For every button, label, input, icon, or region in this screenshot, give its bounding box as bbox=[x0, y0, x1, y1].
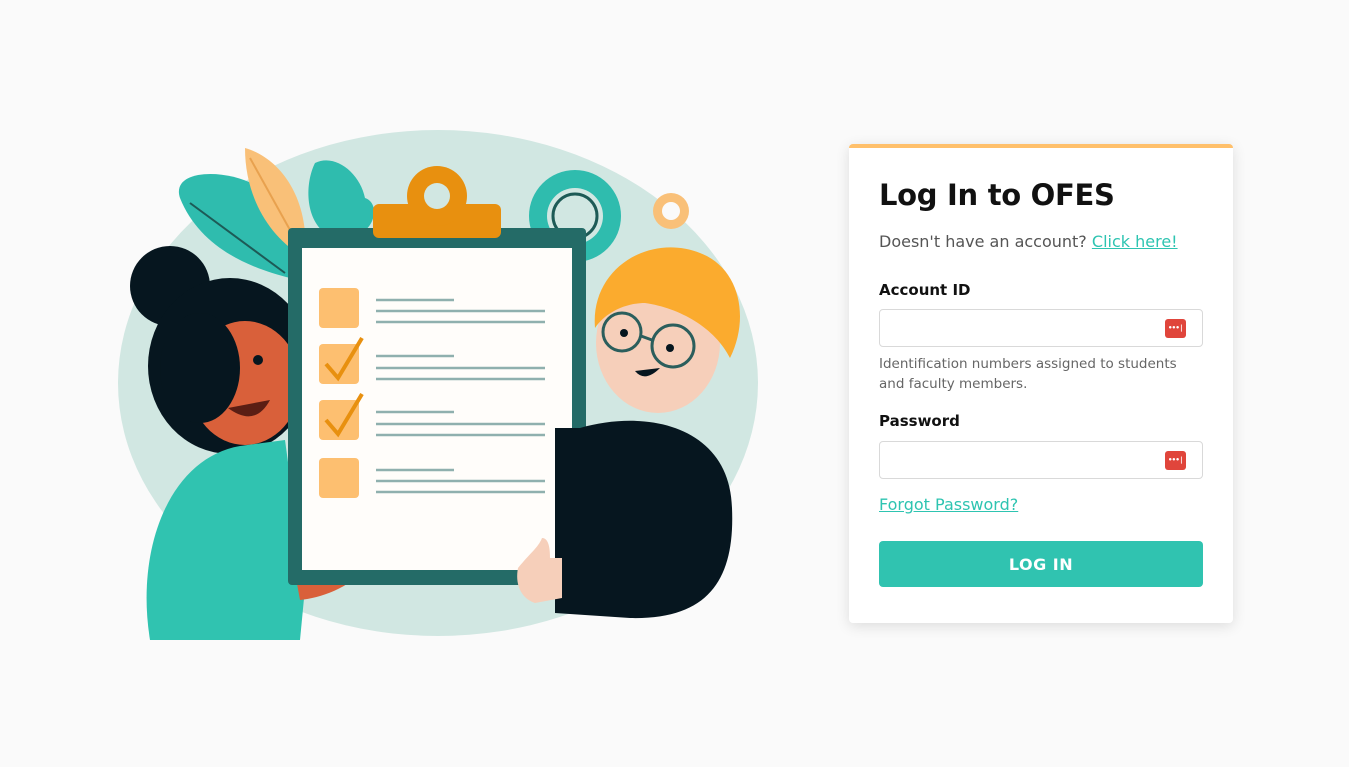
account-id-helper-text: Identification numbers assigned to stude… bbox=[879, 356, 1177, 392]
forgot-password-link[interactable]: Forgot Password? bbox=[879, 495, 1018, 514]
password-label: Password bbox=[879, 412, 960, 430]
checklist-illustration bbox=[118, 130, 758, 640]
signup-link[interactable]: Click here! bbox=[1092, 232, 1178, 251]
account-id-field: •••| bbox=[879, 309, 1203, 347]
password-input[interactable] bbox=[880, 442, 1150, 478]
password-manager-icon[interactable]: •••| bbox=[1165, 319, 1186, 338]
login-button[interactable]: LOG IN bbox=[879, 541, 1203, 587]
password-field: •••| bbox=[879, 441, 1203, 479]
signup-prompt-text: Doesn't have an account? bbox=[879, 232, 1087, 251]
login-page: Log In to OFES Doesn't have an account? … bbox=[0, 0, 1349, 767]
account-id-input[interactable] bbox=[880, 310, 1150, 346]
password-manager-icon[interactable]: •••| bbox=[1165, 451, 1186, 470]
account-id-label: Account ID bbox=[879, 281, 971, 299]
page-title: Log In to OFES bbox=[879, 178, 1115, 212]
login-card: Log In to OFES Doesn't have an account? … bbox=[849, 144, 1233, 623]
signup-prompt-line: Doesn't have an account? Click here! bbox=[879, 232, 1178, 251]
